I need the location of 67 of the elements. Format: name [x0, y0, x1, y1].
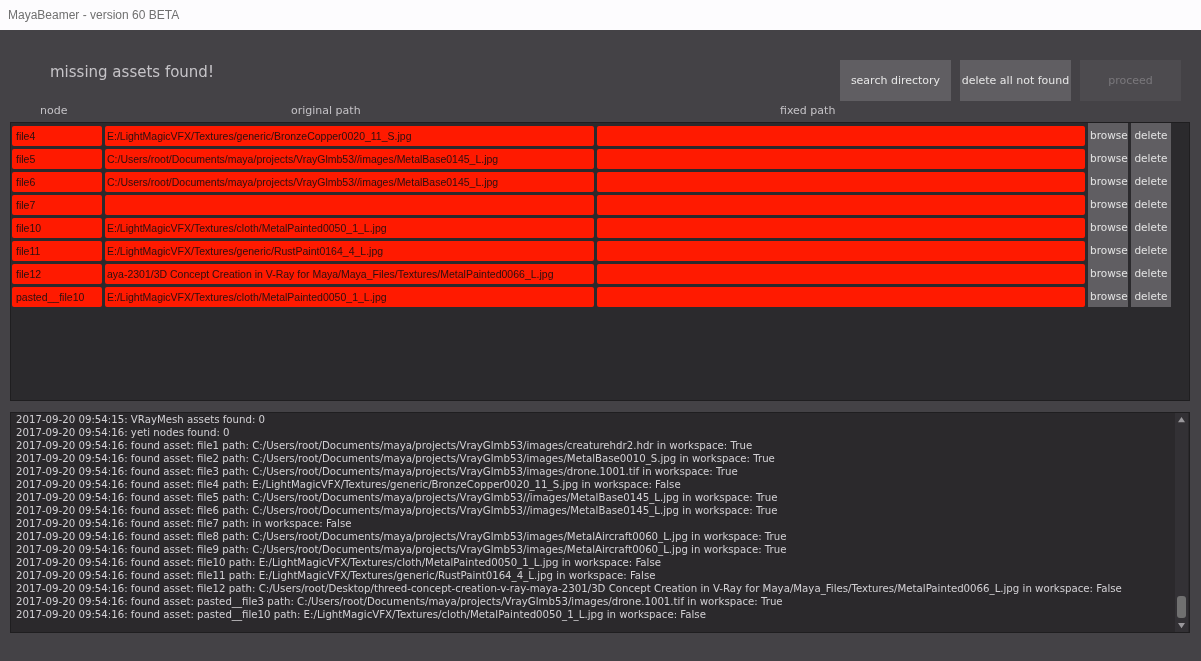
path-field[interactable]: E:/LightMagicVFX/Textures/generic/BronzeCopper0020_11_S.jpg — [105, 126, 594, 146]
log-line: 2017-09-20 09:54:16: found asset: pasted__file3 path: C:/Users/root/Documents/maya/projects/VrayGlmb53/images/drone.1001.tif in workspace: True — [16, 595, 784, 608]
path-field[interactable] — [597, 195, 1085, 215]
log-line: 2017-09-20 09:54:16: found asset: file10 path: E:/LightMagicVFX/Textures/cloth/MetalPainted0050_1_L.jpg in workspace: False — [16, 556, 662, 569]
delete-button[interactable]: delete — [1131, 123, 1171, 146]
log-line: 2017-09-20 09:54:16: found asset: file12 path: C:/Users/root/Desktop/threed-concept-creation-v-ray-maya-2301/3D Concept Creation in V-Ray for Maya/Maya_Files/Textures/MetalPainted0066_L.jpg in workspace: False — [16, 582, 1123, 595]
path-field[interactable]: C:/Users/root/Documents/maya/projects/VrayGlmb53//images/MetalBase0145_L.jpg — [105, 149, 594, 169]
status-heading: missing assets found! — [50, 63, 214, 81]
browse-button[interactable]: browse — [1088, 238, 1128, 261]
path-field[interactable] — [597, 172, 1085, 192]
delete-button[interactable]: delete — [1131, 215, 1171, 238]
column-header: fixed path — [780, 104, 836, 119]
node-field[interactable]: file4 — [12, 126, 102, 146]
window-title: MayaBeamer - version 60 BETA — [8, 8, 180, 22]
node-field[interactable]: file12 — [12, 264, 102, 284]
log-line: 2017-09-20 09:54:16: found asset: file11 path: E:/LightMagicVFX/Textures/generic/RustPaint0164_4_L.jpg in workspace: False — [16, 569, 657, 582]
delete-button[interactable]: delete — [1131, 146, 1171, 169]
scrollbar-thumb[interactable] — [1177, 596, 1186, 618]
scroll-up-icon[interactable] — [1177, 416, 1186, 423]
node-field[interactable]: file10 — [12, 218, 102, 238]
path-field[interactable] — [597, 241, 1085, 261]
path-field[interactable]: E:/LightMagicVFX/Textures/cloth/MetalPainted0050_1_L.jpg — [105, 287, 594, 307]
path-field[interactable] — [597, 218, 1085, 238]
delete-button[interactable]: delete — [1131, 284, 1171, 307]
path-field[interactable]: aya-2301/3D Concept Creation in V-Ray for Maya/Maya_Files/Textures/MetalPainted0066_L.jpg — [105, 264, 594, 284]
path-field[interactable] — [597, 287, 1085, 307]
scrollbar[interactable] — [1175, 413, 1188, 632]
delete-button[interactable]: delete — [1131, 192, 1171, 215]
log-line: 2017-09-20 09:54:16: yeti nodes found: 0 — [16, 426, 231, 439]
delete-button[interactable]: delete — [1131, 238, 1171, 261]
action-button[interactable]: search directory — [840, 60, 951, 101]
browse-button[interactable]: browse — [1088, 284, 1128, 307]
log-line: 2017-09-20 09:54:16: found asset: file2 path: C:/Users/root/Documents/maya/projects/VrayGlmb53/images/MetalBase0010_S.jpg in workspace: True — [16, 452, 776, 465]
node-field[interactable]: file11 — [12, 241, 102, 261]
path-field[interactable]: C:/Users/root/Documents/maya/projects/VrayGlmb53//images/MetalBase0145_L.jpg — [105, 172, 594, 192]
browse-button[interactable]: browse — [1088, 146, 1128, 169]
log-line: 2017-09-20 09:54:16: found asset: file1 path: C:/Users/root/Documents/maya/projects/VrayGlmb53/images/creaturehdr2.hdr in workspace: True — [16, 439, 754, 452]
delete-button[interactable]: delete — [1131, 261, 1171, 284]
path-field[interactable]: E:/LightMagicVFX/Textures/cloth/MetalPainted0050_1_L.jpg — [105, 218, 594, 238]
log-line: 2017-09-20 09:54:16: found asset: file5 path: C:/Users/root/Documents/maya/projects/VrayGlmb53//images/MetalBase0145_L.jpg in workspace: True — [16, 491, 779, 504]
column-header: original path — [291, 104, 362, 119]
node-field[interactable]: file7 — [12, 195, 102, 215]
log-line: 2017-09-20 09:54:15: VRayMesh assets found: 0 — [16, 413, 267, 426]
action-button[interactable]: delete all not found — [960, 60, 1071, 101]
log-line: 2017-09-20 09:54:16: found asset: file4 path: E:/LightMagicVFX/Textures/generic/BronzeCopper0020_11_S.jpg in workspace: False — [16, 478, 682, 491]
browse-button[interactable]: browse — [1088, 123, 1128, 146]
node-field[interactable]: pasted__file10 — [12, 287, 102, 307]
path-field[interactable] — [105, 195, 594, 215]
path-field[interactable]: E:/LightMagicVFX/Textures/generic/RustPaint0164_4_L.jpg — [105, 241, 594, 261]
node-field[interactable]: file6 — [12, 172, 102, 192]
log-line: 2017-09-20 09:54:16: found asset: file7 path: in workspace: False — [16, 517, 353, 530]
browse-button[interactable]: browse — [1088, 169, 1128, 192]
log-line: 2017-09-20 09:54:16: found asset: file9 path: C:/Users/root/Documents/maya/projects/VrayGlmb53/images/MetalAircraft0060_L.jpg in workspace: True — [16, 543, 788, 556]
scroll-down-icon[interactable] — [1177, 622, 1186, 629]
browse-button[interactable]: browse — [1088, 192, 1128, 215]
column-header: node — [40, 104, 69, 119]
log-line: 2017-09-20 09:54:16: found asset: file3 path: C:/Users/root/Documents/maya/projects/VrayGlmb53/images/drone.1001.tif in workspace: True — [16, 465, 739, 478]
log-line: 2017-09-20 09:54:16: found asset: pasted__file10 path: E:/LightMagicVFX/Textures/cloth/MetalPainted0050_1_L.jpg in workspace: False — [16, 608, 707, 621]
delete-button[interactable]: delete — [1131, 169, 1171, 192]
browse-button[interactable]: browse — [1088, 215, 1128, 238]
path-field[interactable] — [597, 264, 1085, 284]
log-line: 2017-09-20 09:54:16: found asset: file8 path: C:/Users/root/Documents/maya/projects/VrayGlmb53/images/MetalAircraft0060_L.jpg in workspace: True — [16, 530, 788, 543]
node-field[interactable]: file5 — [12, 149, 102, 169]
browse-button[interactable]: browse — [1088, 261, 1128, 284]
path-field[interactable] — [597, 126, 1085, 146]
log-line: 2017-09-20 09:54:16: found asset: file6 path: C:/Users/root/Documents/maya/projects/VrayGlmb53//images/MetalBase0145_L.jpg in workspace: True — [16, 504, 779, 517]
path-field[interactable] — [597, 149, 1085, 169]
